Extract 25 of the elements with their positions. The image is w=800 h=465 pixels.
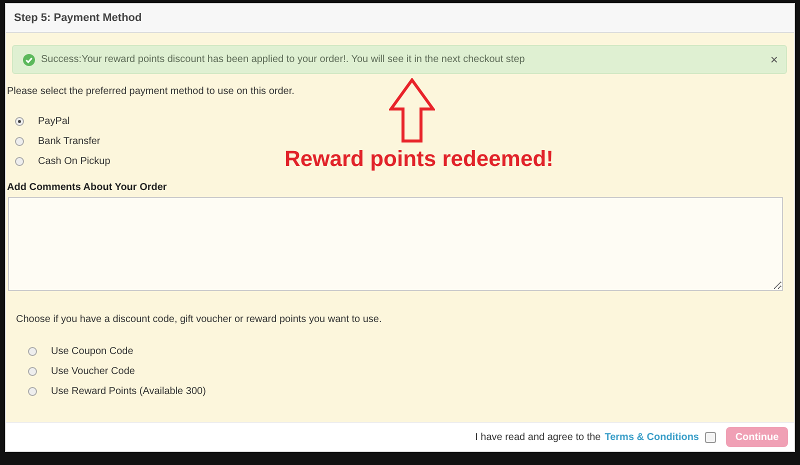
instruction-text: Choose if you have a discount code, gift voucher or reward points you want to use. <box>16 314 383 325</box>
agree-text: I have read and agree to the <box>475 432 601 442</box>
alert-message: Success:Your reward points discount has been applied to your order!. You will see it in the next checkout step <box>41 54 526 65</box>
comments-field[interactable] <box>8 197 783 291</box>
close-button[interactable]: × <box>770 52 778 67</box>
check-circle-icon <box>23 54 35 66</box>
option-label: Bank Transfer <box>38 136 100 146</box>
radio-button[interactable] <box>28 346 37 356</box>
option-label: Use Reward Points (Available 300) <box>51 386 206 396</box>
option-label: Cash On Pickup <box>38 156 110 166</box>
option-label: Use Coupon Code <box>51 346 134 356</box>
radio-button[interactable] <box>28 366 37 376</box>
terms-link[interactable]: Terms & Conditions <box>604 432 699 442</box>
option-label: Use Voucher Code <box>51 366 135 376</box>
radio-button[interactable] <box>15 136 24 146</box>
instruction-text: Please select the preferred payment method to use on this order. <box>7 86 296 97</box>
panel-title: Step 5: Payment Method <box>6 4 794 33</box>
annotation-text: Reward points redeemed! <box>284 146 554 172</box>
radio-button[interactable] <box>15 156 24 166</box>
radio-button[interactable] <box>28 386 37 396</box>
radio-button[interactable] <box>15 116 24 126</box>
option-label: PayPal <box>38 116 70 126</box>
agree-checkbox[interactable] <box>705 432 716 442</box>
field-label: Add Comments About Your Order <box>7 182 168 193</box>
arrow-icon <box>388 78 434 144</box>
